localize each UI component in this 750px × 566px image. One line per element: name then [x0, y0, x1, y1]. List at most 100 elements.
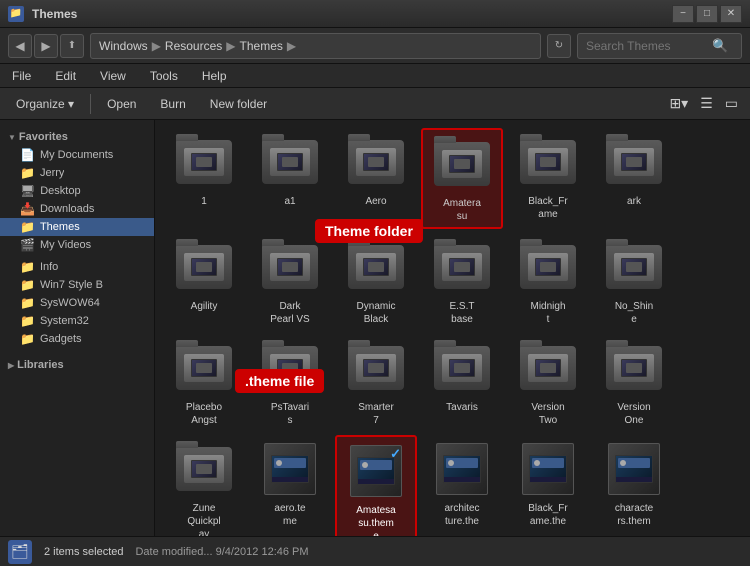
new-folder-button[interactable]: New folder — [202, 94, 275, 114]
file-item[interactable]: Dynamic Black — [335, 233, 417, 330]
sidebar-item-label: Themes — [40, 221, 80, 233]
open-button[interactable]: Open — [99, 94, 144, 114]
file-label: a1 — [284, 195, 295, 208]
file-item[interactable]: Version Two — [507, 334, 589, 431]
sidebar-item-jerry[interactable]: 📁 Jerry — [0, 164, 154, 182]
menu-view[interactable]: View — [96, 67, 130, 85]
file-icon — [518, 132, 578, 192]
organize-button[interactable]: Organize ▾ — [8, 94, 82, 114]
my-videos-icon: 🎬 — [20, 238, 35, 252]
libraries-header[interactable]: ▶ Libraries — [0, 356, 154, 374]
file-item[interactable]: aero.te me — [249, 435, 331, 536]
file-item[interactable]: ark — [593, 128, 675, 229]
status-bar: 🗂 2 items selected Date modified... 9/4/… — [0, 536, 750, 566]
address-path[interactable]: Windows ▶ Resources ▶ Themes ▶ — [90, 33, 541, 59]
file-item[interactable]: Placebo Angst — [163, 334, 245, 431]
file-icon — [604, 132, 664, 192]
menu-file[interactable]: File — [8, 67, 35, 85]
file-area-wrapper: 1 a1 Aero — [155, 120, 750, 536]
path-windows: Windows — [99, 39, 148, 53]
sidebar-item-label: Gadgets — [40, 333, 82, 345]
file-item[interactable]: PsTavari s — [249, 334, 331, 431]
sidebar-item-info[interactable]: 📁 Info — [0, 258, 154, 276]
file-label: Dark Pearl VS — [270, 300, 309, 326]
my-documents-icon: 📄 — [20, 148, 35, 162]
file-label: Amatera su — [443, 197, 481, 223]
sidebar-item-label: System32 — [40, 315, 89, 327]
file-item[interactable]: E.S.T base — [421, 233, 503, 330]
file-item[interactable]: Version One — [593, 334, 675, 431]
menu-tools[interactable]: Tools — [146, 67, 182, 85]
file-item[interactable]: a1 — [249, 128, 331, 229]
search-box[interactable]: 🔍 — [577, 33, 742, 59]
maximize-button[interactable]: □ — [696, 5, 718, 23]
file-label: Dynamic Black — [357, 300, 396, 326]
main-layout: ▼ Favorites 📄 My Documents 📁 Jerry 🖥 Des… — [0, 120, 750, 536]
file-item[interactable]: ✓ Amatesa su.them e — [335, 435, 417, 536]
minimize-button[interactable]: − — [672, 5, 694, 23]
sidebar-item-desktop[interactable]: 🖥 Desktop — [0, 182, 154, 200]
file-item[interactable]: Midnigh t — [507, 233, 589, 330]
file-item[interactable]: Black_Fr ame — [507, 128, 589, 229]
file-item[interactable]: Tavaris — [421, 334, 503, 431]
sidebar-item-downloads[interactable]: 📥 Downloads — [0, 200, 154, 218]
file-item[interactable]: No_Shin e — [593, 233, 675, 330]
search-input[interactable] — [586, 39, 706, 53]
address-bar: ◀ ▶ ⬆ Windows ▶ Resources ▶ Themes ▶ ↻ 🔍 — [0, 28, 750, 64]
sidebar-item-win7-style[interactable]: 📁 Win7 Style B — [0, 276, 154, 294]
file-item[interactable]: Aero — [335, 128, 417, 229]
file-label: Tavaris — [446, 401, 478, 414]
close-button[interactable]: ✕ — [720, 5, 742, 23]
file-icon — [260, 439, 320, 499]
file-label: Midnigh t — [530, 300, 565, 326]
file-item[interactable]: Dark Pearl VS — [249, 233, 331, 330]
file-label: characte rs.them — [615, 502, 653, 528]
toolbar: Organize ▾ Open Burn New folder ⊞▾ ☰ ▭ — [0, 88, 750, 120]
back-button[interactable]: ◀ — [8, 34, 32, 58]
menu-help[interactable]: Help — [198, 67, 231, 85]
view-detail-button[interactable]: ☰ — [696, 93, 717, 114]
file-item[interactable]: 1 — [163, 128, 245, 229]
file-label: Black_Fr ame.the — [528, 502, 567, 528]
file-label: architec ture.the — [444, 502, 479, 528]
sidebar-item-label: SysWOW64 — [40, 297, 100, 309]
menu-edit[interactable]: Edit — [51, 67, 80, 85]
forward-button[interactable]: ▶ — [34, 34, 58, 58]
sidebar-item-themes[interactable]: 📁 Themes — [0, 218, 154, 236]
up-button[interactable]: ⬆ — [60, 34, 84, 58]
preview-pane-button[interactable]: ▭ — [721, 93, 742, 114]
jerry-icon: 📁 — [20, 166, 35, 180]
desktop-icon: 🖥 — [20, 184, 35, 198]
sidebar-item-label: Desktop — [40, 185, 80, 197]
system32-icon: 📁 — [20, 314, 35, 328]
sidebar-item-syswow64[interactable]: 📁 SysWOW64 — [0, 294, 154, 312]
sidebar-item-label: Jerry — [40, 167, 64, 179]
window-controls: − □ ✕ — [672, 5, 742, 23]
sidebar-item-my-videos[interactable]: 🎬 My Videos — [0, 236, 154, 254]
status-detail: Date modified... 9/4/2012 12:46 PM — [135, 546, 308, 558]
file-icon — [174, 338, 234, 398]
refresh-button[interactable]: ↻ — [547, 34, 571, 58]
burn-button[interactable]: Burn — [152, 94, 193, 114]
info-icon: 📁 — [20, 260, 35, 274]
favorites-header[interactable]: ▼ Favorites — [0, 128, 154, 146]
sidebar-item-system32[interactable]: 📁 System32 — [0, 312, 154, 330]
file-label: Zune Quickpl ay — [187, 502, 220, 536]
file-item[interactable]: Smarter 7 — [335, 334, 417, 431]
sidebar-item-gadgets[interactable]: 📁 Gadgets — [0, 330, 154, 348]
file-item[interactable]: characte rs.them — [593, 435, 675, 536]
libraries-label: Libraries — [17, 359, 63, 371]
file-icon — [432, 237, 492, 297]
file-item[interactable]: Black_Fr ame.the — [507, 435, 589, 536]
sidebar-item-my-documents[interactable]: 📄 My Documents — [0, 146, 154, 164]
file-item[interactable]: architec ture.the — [421, 435, 503, 536]
file-label: 1 — [201, 195, 207, 208]
downloads-icon: 📥 — [20, 202, 35, 216]
file-label: Version Two — [531, 401, 564, 427]
file-label: No_Shin e — [615, 300, 653, 326]
file-item[interactable]: Agility — [163, 233, 245, 330]
file-item[interactable]: Amatera su — [421, 128, 503, 229]
file-item[interactable]: Zune Quickpl ay — [163, 435, 245, 536]
view-toggle-button[interactable]: ⊞▾ — [665, 93, 692, 114]
file-icon — [346, 338, 406, 398]
